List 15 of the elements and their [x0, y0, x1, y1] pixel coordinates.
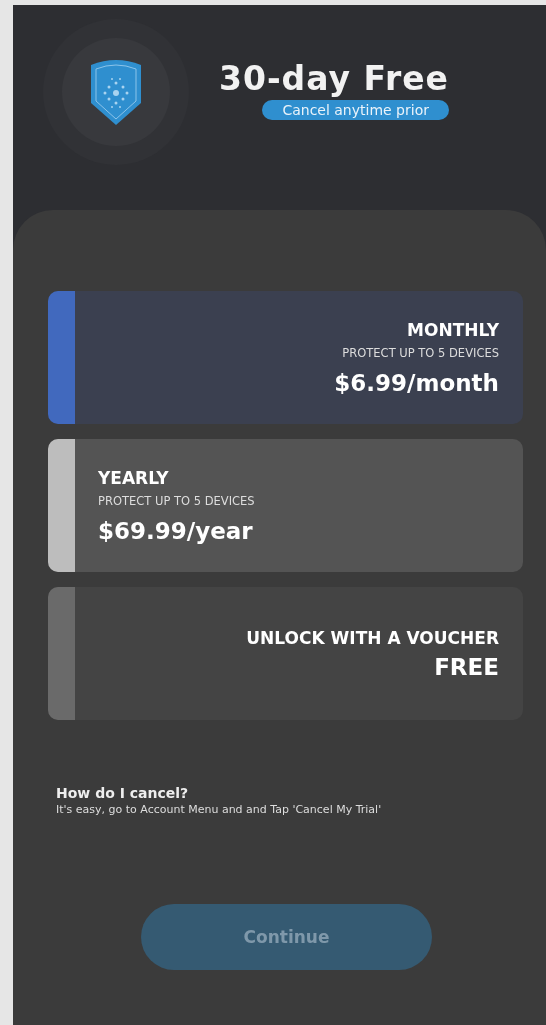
- plan-subtitle: PROTECT UP TO 5 DEVICES: [342, 345, 499, 360]
- plan-price: $6.99/month: [334, 369, 499, 396]
- plan-price: FREE: [434, 653, 499, 680]
- plan-title: MONTHLY: [407, 319, 499, 340]
- plan-title: YEARLY: [98, 467, 169, 488]
- plan-card[interactable]: MONTHLY PROTECT UP TO 5 DEVICES $6.99/month: [48, 291, 523, 424]
- plan-subtitle: PROTECT UP TO 5 DEVICES: [98, 493, 255, 508]
- help-question: How do I cancel?: [56, 785, 190, 801]
- offer-title: 30-day Free: [219, 59, 449, 98]
- cancel-badge: Cancel anytime prior: [262, 100, 449, 120]
- plan-title: UNLOCK WITH A VOUCHER: [246, 627, 499, 648]
- plan-card[interactable]: UNLOCK WITH A VOUCHER FREE: [48, 587, 523, 720]
- plan-card[interactable]: YEARLY PROTECT UP TO 5 DEVICES $69.99/year: [48, 439, 523, 572]
- plan-price: $69.99/year: [98, 517, 253, 544]
- help-answer: It's easy, go to Account Menu and and Tap 'Cancel My Trial': [56, 803, 383, 816]
